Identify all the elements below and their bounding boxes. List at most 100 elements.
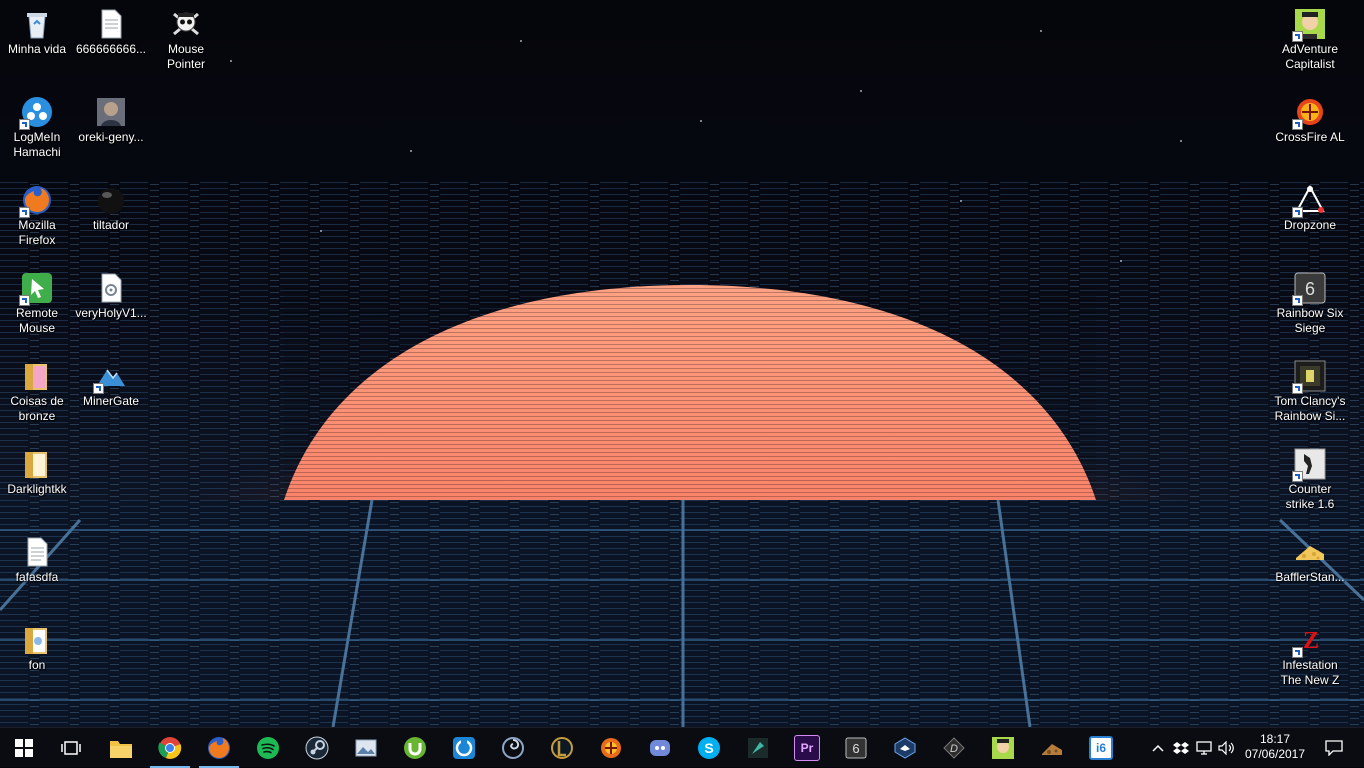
task-view-button[interactable] xyxy=(47,728,95,768)
taskbar-premiere-pro[interactable]: Pr xyxy=(783,728,831,768)
action-center-button[interactable] xyxy=(1314,728,1354,768)
taskbar-file-explorer[interactable] xyxy=(97,728,145,768)
taskbar-utorrent[interactable] xyxy=(391,728,439,768)
adventure-capitalist-icon xyxy=(992,737,1014,759)
taskbar-crossfire[interactable] xyxy=(587,728,635,768)
crossfire-icon xyxy=(1292,96,1326,130)
start-button[interactable] xyxy=(0,728,48,768)
desktop-icon-minha-vida[interactable]: Minha vida xyxy=(0,2,74,57)
spotify-icon xyxy=(257,737,279,759)
crossfire-icon xyxy=(601,738,621,758)
taskbar-firefox[interactable] xyxy=(195,728,243,768)
folder-icon xyxy=(21,448,53,480)
svg-text:D: D xyxy=(950,743,958,755)
image-file-icon xyxy=(95,96,127,128)
taskbar-uplay[interactable] xyxy=(440,728,488,768)
shortcut-arrow-icon xyxy=(1292,207,1303,218)
taskbar-adventure-capitalist[interactable] xyxy=(979,728,1027,768)
taskbar-rocket-league[interactable] xyxy=(881,728,929,768)
desktop-icon-rainbow-six-siege[interactable]: 6 Rainbow Six Siege xyxy=(1273,266,1347,336)
dropzone-icon: D xyxy=(943,737,965,759)
skype-icon: S xyxy=(698,737,720,759)
bafflerstan-icon xyxy=(1042,744,1062,755)
svg-text:6: 6 xyxy=(1305,279,1315,299)
tom-clancy-icon xyxy=(1292,360,1326,394)
shortcut-arrow-icon xyxy=(1292,383,1303,394)
desktop-icon-coisas-de-bronze[interactable]: Coisas de bronze xyxy=(0,354,74,424)
photos-icon xyxy=(355,739,377,757)
desktop-icon-crossfire-al[interactable]: CrossFire AL xyxy=(1273,90,1347,145)
desktop-icon-infestation[interactable]: Z Infestation The New Z xyxy=(1273,618,1347,688)
i6-icon: i6 xyxy=(1089,736,1113,760)
desktop-icon-bafflerstan[interactable]: BafflerStan... xyxy=(1273,530,1347,585)
discord-icon xyxy=(650,740,670,756)
taskbar-unknown-app[interactable] xyxy=(734,728,782,768)
shortcut-arrow-icon xyxy=(1292,647,1303,658)
desktop-icon-hamachi[interactable]: LogMeIn Hamachi xyxy=(0,90,74,160)
shortcut-arrow-icon xyxy=(19,295,30,306)
desktop-icon-dropzone[interactable]: Dropzone xyxy=(1273,178,1347,233)
desktop-icon-666666666[interactable]: 666666666... xyxy=(74,2,148,57)
utorrent-icon xyxy=(404,737,426,759)
desktop-icon-firefox[interactable]: Mozilla Firefox xyxy=(0,178,74,248)
taskbar-rainbow-six[interactable]: 6 xyxy=(832,728,880,768)
desktop-icon-mouse-pointer[interactable]: Mouse Pointer xyxy=(149,2,223,72)
app-icon xyxy=(748,738,768,758)
dropbox-tray[interactable] xyxy=(1170,728,1192,768)
text-file-icon xyxy=(21,536,53,568)
taskbar-i6[interactable]: i6 xyxy=(1077,728,1125,768)
notification-icon xyxy=(1325,740,1343,756)
taskbar-skype[interactable]: S xyxy=(685,728,733,768)
taskbar-discord[interactable] xyxy=(636,728,684,768)
rocket-league-icon xyxy=(894,737,916,759)
desktop-icon-oreki-geny[interactable]: oreki-geny... xyxy=(74,90,148,145)
shortcut-arrow-icon xyxy=(19,119,30,130)
desktop-icon-fon[interactable]: fon xyxy=(0,618,74,673)
network-tray[interactable] xyxy=(1194,728,1216,768)
svg-text:6: 6 xyxy=(852,741,859,756)
desktop-icon-minergate[interactable]: MinerGate xyxy=(74,354,148,409)
taskbar-bafflerstan[interactable] xyxy=(1028,728,1076,768)
desktop-icon-fafasdfa[interactable]: fafasdfa xyxy=(0,530,74,585)
svg-text:S: S xyxy=(704,740,713,756)
infestation-icon: Z xyxy=(1292,624,1326,658)
taskbar: S Pr 6 D i6 18:17 07/06/2017 xyxy=(0,727,1364,768)
taskbar-swirl-app[interactable] xyxy=(489,728,537,768)
volume-tray[interactable] xyxy=(1216,728,1238,768)
firefox-icon xyxy=(208,737,230,759)
desktop-wallpaper xyxy=(0,0,1364,727)
chevron-up-icon xyxy=(1152,744,1164,752)
speaker-icon xyxy=(1218,741,1234,755)
text-file-icon xyxy=(95,8,127,40)
show-hidden-icons-button[interactable] xyxy=(1148,728,1168,768)
taskbar-league-of-legends[interactable] xyxy=(538,728,586,768)
rainbow-six-icon: 6 xyxy=(1292,272,1326,306)
skull-icon xyxy=(170,8,202,40)
desktop-icon-tom-clancys[interactable]: Tom Clancy's Rainbow Si... xyxy=(1273,354,1347,424)
shortcut-arrow-icon xyxy=(1292,295,1303,306)
svg-text:Z: Z xyxy=(1303,628,1319,654)
adventure-capitalist-icon xyxy=(1292,8,1326,42)
folder-icon xyxy=(21,624,53,656)
desktop-icon-adventure-capitalist[interactable]: AdVenture Capitalist xyxy=(1273,2,1347,72)
task-view-icon xyxy=(61,741,81,755)
desktop-icon-veryholyv1[interactable]: veryHolyV1... xyxy=(74,266,148,321)
chrome-icon xyxy=(158,737,182,759)
premiere-pro-icon: Pr xyxy=(794,735,820,761)
dropzone-icon xyxy=(1292,184,1326,218)
firefox-icon xyxy=(19,184,53,218)
desktop-icon-darklightkk[interactable]: Darklightkk xyxy=(0,442,74,497)
taskbar-chrome[interactable] xyxy=(146,728,194,768)
desktop-icon-tiltador[interactable]: tiltador xyxy=(74,178,148,233)
clock-date: 07/06/2017 xyxy=(1244,747,1306,761)
taskbar-steam[interactable] xyxy=(293,728,341,768)
taskbar-photos[interactable] xyxy=(342,728,390,768)
desktop-icon-remote-mouse[interactable]: Remote Mouse xyxy=(0,266,74,336)
desktop-icon-counter-strike[interactable]: Counter strike 1.6 xyxy=(1273,442,1347,512)
windows-logo-icon xyxy=(15,739,33,757)
steam-icon xyxy=(305,736,329,760)
settings-file-icon xyxy=(95,272,127,304)
taskbar-dropzone[interactable]: D xyxy=(930,728,978,768)
taskbar-spotify[interactable] xyxy=(244,728,292,768)
system-clock[interactable]: 18:17 07/06/2017 xyxy=(1238,728,1312,768)
